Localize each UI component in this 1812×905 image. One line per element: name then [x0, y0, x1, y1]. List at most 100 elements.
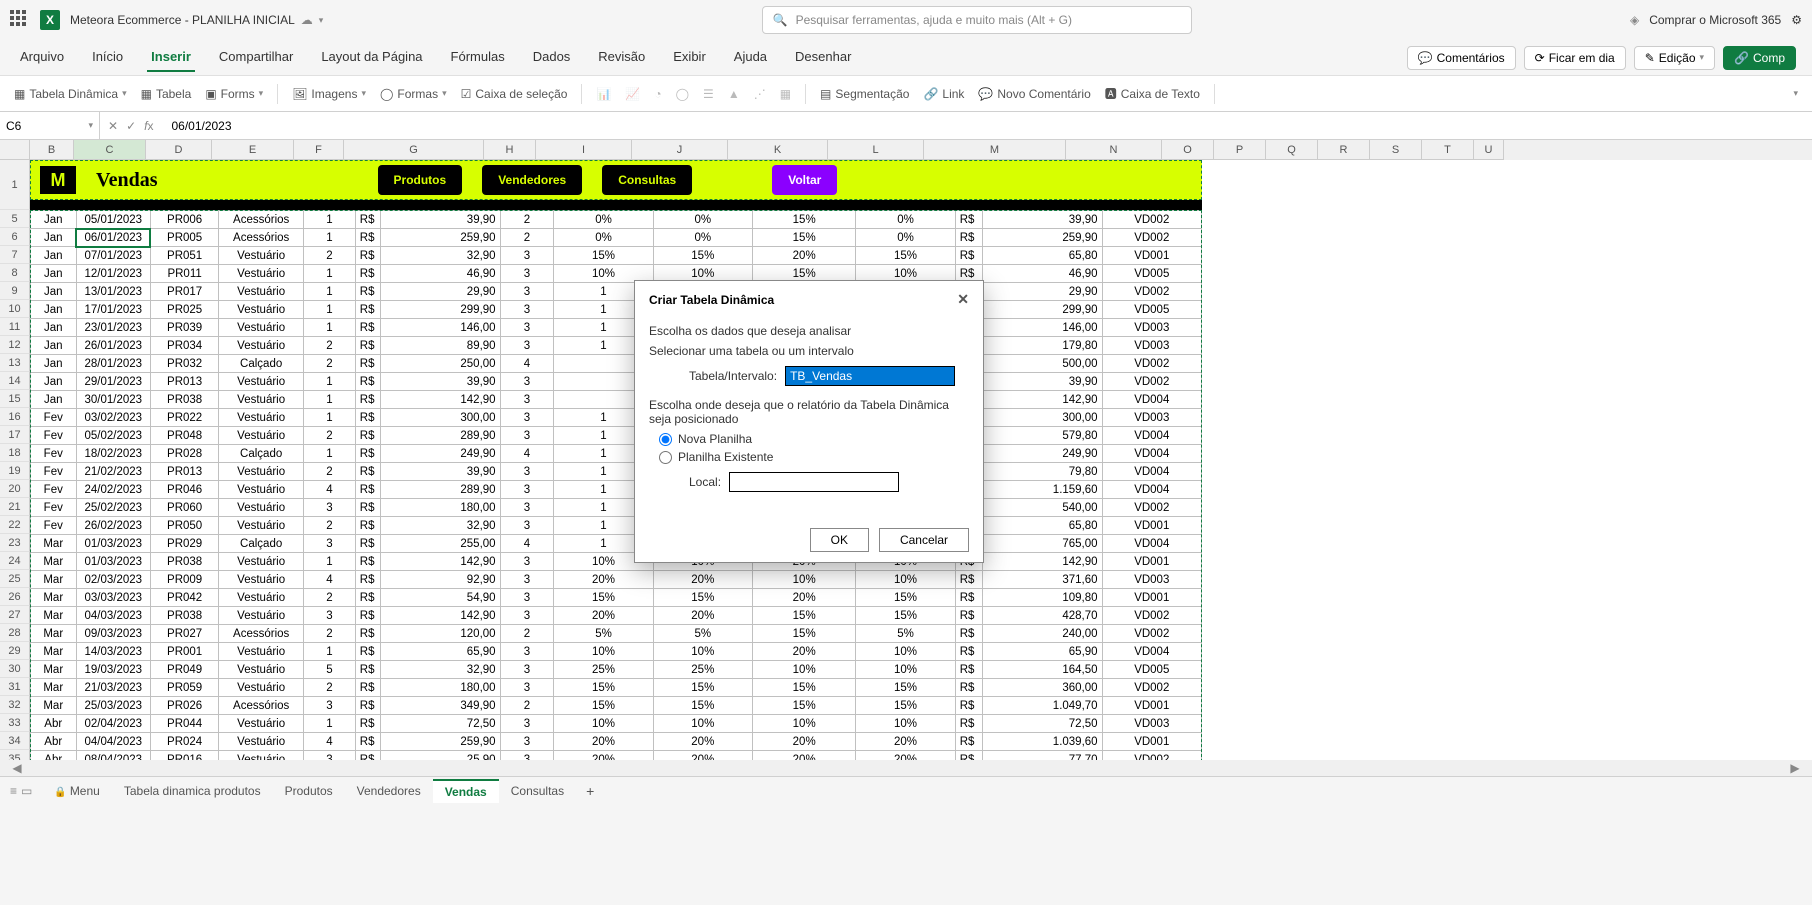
- tab-exibir[interactable]: Exibir: [669, 43, 710, 72]
- ok-button[interactable]: OK: [810, 528, 869, 552]
- close-icon[interactable]: ✕: [957, 291, 969, 308]
- col-header-S[interactable]: S: [1370, 140, 1422, 160]
- consultas-button[interactable]: Consultas: [602, 165, 692, 195]
- row-header-16[interactable]: 16: [0, 408, 30, 426]
- col-header-D[interactable]: D: [146, 140, 212, 160]
- gear-icon[interactable]: ⚙: [1791, 13, 1802, 27]
- search-input[interactable]: 🔍 Pesquisar ferramentas, ajuda e muito m…: [762, 6, 1192, 34]
- row-header-30[interactable]: 30: [0, 660, 30, 678]
- tab-ajuda[interactable]: Ajuda: [730, 43, 771, 72]
- table-row[interactable]: Jan29/01/2023PR013Vestuário1R$39,903R$39…: [31, 373, 1202, 391]
- chart-scatter-icon[interactable]: ⋰: [754, 87, 766, 101]
- new-comment-button[interactable]: 💬 Novo Comentário: [978, 87, 1090, 101]
- row-header-21[interactable]: 21: [0, 498, 30, 516]
- forms-button[interactable]: ▣ Forms ▾: [205, 87, 263, 101]
- add-sheet-button[interactable]: +: [578, 779, 602, 803]
- sheet-tab-vendas[interactable]: Vendas: [433, 779, 499, 803]
- col-header-O[interactable]: O: [1162, 140, 1214, 160]
- chart-donut-icon[interactable]: ◯: [676, 87, 689, 101]
- sheet-tab-menu[interactable]: 🔒Menu: [42, 779, 111, 803]
- row-header-14[interactable]: 14: [0, 372, 30, 390]
- data-table[interactable]: Jan05/01/2023PR006Acessórios1R$39,9020%0…: [30, 210, 1202, 760]
- col-header-R[interactable]: R: [1318, 140, 1370, 160]
- new-sheet-radio[interactable]: Nova Planilha: [659, 432, 969, 446]
- table-row[interactable]: Jan28/01/2023PR032Calçado2R$250,004R$500…: [31, 355, 1202, 373]
- table-range-input[interactable]: [785, 366, 955, 386]
- tab-arquivo[interactable]: Arquivo: [16, 43, 68, 72]
- tab-início[interactable]: Início: [88, 43, 127, 72]
- chart-pie-icon[interactable]: ◔: [654, 87, 661, 101]
- row-header-13[interactable]: 13: [0, 354, 30, 372]
- col-header-G[interactable]: G: [344, 140, 484, 160]
- tab-fórmulas[interactable]: Fórmulas: [447, 43, 509, 72]
- share-button[interactable]: 🔗 Comp: [1723, 46, 1796, 70]
- row-header-27[interactable]: 27: [0, 606, 30, 624]
- row-header-25[interactable]: 25: [0, 570, 30, 588]
- sheet-nav-all-icon[interactable]: ▭: [21, 784, 32, 798]
- row-header-24[interactable]: 24: [0, 552, 30, 570]
- link-button[interactable]: 🔗 Link: [923, 87, 964, 101]
- chevron-down-icon[interactable]: ▾: [319, 15, 324, 26]
- slicer-button[interactable]: ▤ Segmentação: [820, 87, 909, 101]
- pivot-table-button[interactable]: ▦ Tabela Dinâmica ▾: [14, 87, 127, 101]
- voltar-button[interactable]: Voltar: [772, 165, 837, 195]
- row-header-17[interactable]: 17: [0, 426, 30, 444]
- table-row[interactable]: Fev18/02/2023PR028Calçado1R$249,9041R$24…: [31, 445, 1202, 463]
- table-row[interactable]: Fev05/02/2023PR048Vestuário2R$289,9031R$…: [31, 427, 1202, 445]
- col-header-H[interactable]: H: [484, 140, 536, 160]
- table-row[interactable]: Abr04/04/2023PR024Vestuário4R$259,90320%…: [31, 733, 1202, 751]
- sheet-tab-consultas[interactable]: Consultas: [499, 779, 576, 803]
- row-header-31[interactable]: 31: [0, 678, 30, 696]
- editing-mode-button[interactable]: ✎ Edição ▾: [1634, 46, 1715, 70]
- name-box[interactable]: C6▾: [0, 112, 100, 139]
- existing-sheet-radio[interactable]: Planilha Existente: [659, 450, 969, 464]
- scroll-left-icon[interactable]: ◀: [10, 761, 24, 775]
- row-header-1[interactable]: 1: [0, 160, 30, 210]
- table-row[interactable]: Jan26/01/2023PR034Vestuário2R$89,9031R$1…: [31, 337, 1202, 355]
- location-input[interactable]: [729, 472, 899, 492]
- row-header-12[interactable]: 12: [0, 336, 30, 354]
- tab-dados[interactable]: Dados: [529, 43, 575, 72]
- row-header-35[interactable]: 35: [0, 750, 30, 760]
- col-header-E[interactable]: E: [212, 140, 294, 160]
- sheet-tab-tabela-dinamica-produtos[interactable]: Tabela dinamica produtos: [112, 779, 273, 803]
- col-header-F[interactable]: F: [294, 140, 344, 160]
- table-button[interactable]: ▦ Tabela: [141, 87, 192, 101]
- row-header-34[interactable]: 34: [0, 732, 30, 750]
- col-header-Q[interactable]: Q: [1266, 140, 1318, 160]
- col-header-I[interactable]: I: [536, 140, 632, 160]
- tab-layout da página[interactable]: Layout da Página: [317, 43, 426, 72]
- row-header-28[interactable]: 28: [0, 624, 30, 642]
- chart-column-icon[interactable]: 📊: [596, 87, 611, 101]
- row-header-26[interactable]: 26: [0, 588, 30, 606]
- row-header-22[interactable]: 22: [0, 516, 30, 534]
- col-header-B[interactable]: B: [30, 140, 74, 160]
- table-row[interactable]: Mar09/03/2023PR027Acessórios2R$120,0025%…: [31, 625, 1202, 643]
- col-header-P[interactable]: P: [1214, 140, 1266, 160]
- tab-revisão[interactable]: Revisão: [594, 43, 649, 72]
- fx-icon[interactable]: fx: [144, 119, 153, 133]
- cancel-formula-icon[interactable]: ✕: [108, 119, 118, 133]
- table-row[interactable]: Mar14/03/2023PR001Vestuário1R$65,90310%1…: [31, 643, 1202, 661]
- table-row[interactable]: Fev03/02/2023PR022Vestuário1R$300,0031R$…: [31, 409, 1202, 427]
- row-header-6[interactable]: 6: [0, 228, 30, 246]
- row-header-11[interactable]: 11: [0, 318, 30, 336]
- chart-area-icon[interactable]: ▲: [728, 87, 740, 101]
- col-header-M[interactable]: M: [924, 140, 1066, 160]
- row-header-19[interactable]: 19: [0, 462, 30, 480]
- table-row[interactable]: Jan06/01/2023PR005Acessórios1R$259,9020%…: [31, 229, 1202, 247]
- chart-line-icon[interactable]: 📈: [625, 87, 640, 101]
- row-header-18[interactable]: 18: [0, 444, 30, 462]
- table-row[interactable]: Mar01/03/2023PR038Vestuário1R$142,90310%…: [31, 553, 1202, 571]
- scroll-right-icon[interactable]: ▶: [1788, 761, 1802, 775]
- textbox-button[interactable]: 🅰 Caixa de Texto: [1105, 85, 1200, 102]
- ribbon-collapse-icon[interactable]: ▾: [1793, 88, 1798, 99]
- formula-input[interactable]: 06/01/2023: [161, 119, 1812, 133]
- table-row[interactable]: Mar19/03/2023PR049Vestuário5R$32,90325%2…: [31, 661, 1202, 679]
- horizontal-scrollbar[interactable]: ◀ ▶: [0, 760, 1812, 776]
- row-header-23[interactable]: 23: [0, 534, 30, 552]
- cancel-button[interactable]: Cancelar: [879, 528, 969, 552]
- table-row[interactable]: Abr08/04/2023PR016Vestuário3R$25,90320%2…: [31, 751, 1202, 761]
- comments-button[interactable]: 💬 Comentários: [1407, 46, 1516, 70]
- table-row[interactable]: Mar02/03/2023PR009Vestuário4R$92,90320%2…: [31, 571, 1202, 589]
